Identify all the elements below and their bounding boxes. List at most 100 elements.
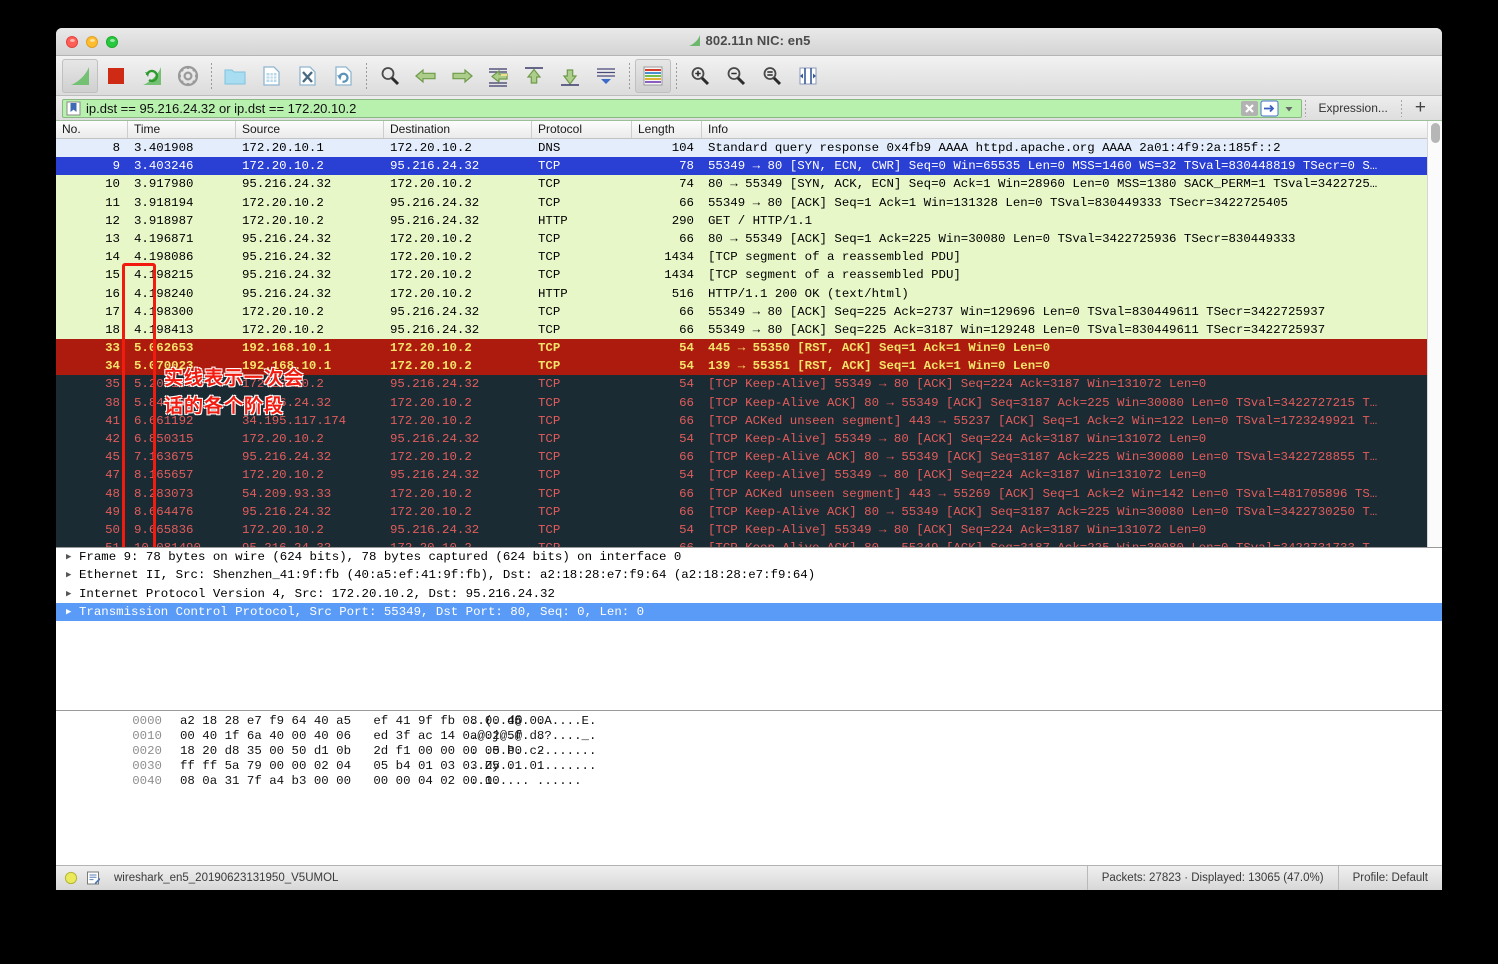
column-header-source[interactable]: Source	[236, 121, 384, 138]
go-to-packet-button[interactable]	[480, 59, 516, 93]
packet-details-pane[interactable]: ▶ Frame 9: 78 bytes on wire (624 bits), 7…	[56, 548, 1442, 711]
packet-row[interactable]: 18 4.198413 172.20.10.2 95.216.24.32 TCP 66 55…	[56, 320, 1442, 340]
packet-row[interactable]: 49 8.664476 95.216.24.32 172.20.10.2 TCP 66 [T…	[56, 502, 1442, 521]
packet-cell-time: 3.918987	[134, 213, 194, 228]
detail-row[interactable]: ▶ Transmission Control Protocol, Src Port…	[56, 602, 1442, 622]
packet-list-scrollbar[interactable]	[1427, 121, 1442, 547]
column-header-length[interactable]: Length	[632, 121, 702, 138]
go-to-first-packet-button[interactable]	[516, 59, 552, 93]
packet-row[interactable]: 50 9.665836 172.20.10.2 95.216.24.32 TCP 54 [T…	[56, 520, 1442, 540]
packet-cell-info: [TCP ACKed unseen segment] 443 → 55237 […	[708, 413, 1378, 428]
detail-row[interactable]: ▶ Internet Protocol Version 4, Src: 172.2…	[56, 585, 1442, 603]
hex-dump-row[interactable]: 0010 00 40 1f 6a 40 00 40 06 ed 3f ac 14 …	[56, 729, 1442, 744]
column-header-info[interactable]: Info	[702, 121, 1442, 138]
packet-row[interactable]: 33 5.062653 192.168.10.1 172.20.10.2 TCP 54 44…	[56, 339, 1442, 358]
packet-row[interactable]: 13 4.196871 95.216.24.32 172.20.10.2 TCP 66 80…	[56, 229, 1442, 249]
packet-cell-proto: TCP	[538, 250, 561, 265]
chevron-right-icon[interactable]: ▶	[66, 585, 79, 603]
reload-file-button[interactable]	[325, 59, 361, 93]
hex-dump-row[interactable]: 0000 a2 18 28 e7 f9 64 40 a5 ef 41 9f fb …	[56, 714, 1442, 729]
packet-row[interactable]: 47 8.165657 172.20.10.2 95.216.24.32 TCP 54 [T…	[56, 466, 1442, 485]
packet-bytes-pane[interactable]: 0000 a2 18 28 e7 f9 64 40 a5 ef 41 9f fb …	[56, 711, 1442, 878]
zoom-in-button[interactable]	[682, 59, 718, 93]
packet-row[interactable]: 48 8.283073 54.209.93.33 172.20.10.2 TCP 66 [T…	[56, 484, 1442, 503]
packet-cell-proto: TCP	[538, 359, 561, 374]
hex-dump-row[interactable]: 0020 18 20 d8 35 00 50 d1 0b 2d f1 00 00 …	[56, 744, 1442, 759]
chevron-right-icon[interactable]: ▶	[66, 566, 79, 584]
packet-cell-info: [TCP ACKed unseen segment] 443 → 55269 […	[708, 486, 1378, 501]
chevron-right-icon[interactable]: ▶	[66, 603, 79, 621]
packet-cell-no: 9	[112, 159, 120, 174]
packet-cell-len: 66	[679, 231, 694, 246]
stop-capture-button[interactable]	[98, 59, 134, 93]
column-header-time[interactable]: Time	[128, 121, 236, 138]
packet-cell-len: 54	[679, 468, 694, 483]
main-toolbar	[56, 56, 1442, 96]
packet-row[interactable]: 14 4.198086 95.216.24.32 172.20.10.2 TCP 1434…	[56, 248, 1442, 267]
auto-scroll-button[interactable]	[588, 59, 624, 93]
packet-list-scroll-thumb[interactable]	[1431, 123, 1440, 143]
packet-cell-proto: TCP	[538, 231, 561, 246]
packet-cell-proto: HTTP	[538, 286, 568, 301]
restart-capture-button[interactable]	[134, 59, 170, 93]
find-packet-button[interactable]	[372, 59, 408, 93]
go-back-button[interactable]	[408, 59, 444, 93]
add-filter-button[interactable]: +	[1405, 98, 1436, 117]
packet-row[interactable]: 45 7.163675 95.216.24.32 172.20.10.2 TCP 66 [T…	[56, 448, 1442, 467]
column-header-destination[interactable]: Destination	[384, 121, 532, 138]
annotation-line-1: 实线表示一次会	[164, 367, 305, 389]
start-capture-button[interactable]	[62, 58, 98, 93]
display-filter-text[interactable]: ip.dst == 95.216.24.32 or ip.dst == 172.…	[86, 101, 1239, 116]
go-forward-button[interactable]	[444, 59, 480, 93]
packet-row[interactable]: 15 4.198215 95.216.24.32 172.20.10.2 TCP 1434…	[56, 266, 1442, 285]
packet-row[interactable]: 5110.08149095.216.24.32172.20.10.2TCP66[…	[56, 539, 1442, 547]
status-profile[interactable]: Profile: Default	[1337, 865, 1442, 890]
filter-expression-button[interactable]: Expression...	[1309, 101, 1398, 115]
save-file-button[interactable]	[253, 59, 289, 93]
packet-cell-len: 54	[679, 432, 694, 446]
packet-cell-info: Standard query response 0x4fb9 AAAA http…	[708, 141, 1281, 155]
packet-row[interactable]: 42 6.850315 172.20.10.2 95.216.24.32 TCP 54 [T…	[56, 430, 1442, 449]
go-to-last-packet-button[interactable]	[552, 59, 588, 93]
capture-file-properties-icon[interactable]	[86, 871, 100, 885]
packet-list-pane[interactable]: No. Time Source Destination Protocol Len…	[56, 121, 1442, 548]
packet-row[interactable]: 9 3.403246 172.20.10.2 95.216.24.32 TCP 78 553…	[56, 157, 1442, 176]
filter-bookmark-icon[interactable]	[66, 101, 81, 116]
colorize-button[interactable]	[635, 58, 671, 93]
packet-cell-time: 4.198413	[134, 322, 194, 337]
packet-row[interactable]: 16 4.198240 95.216.24.32 172.20.10.2 HTTP 516…	[56, 284, 1442, 303]
packet-row[interactable]: 8 3.401908 172.20.10.1 172.20.10.2 DNS 104 Sta…	[56, 139, 1442, 158]
detail-row[interactable]: ▶ Frame 9: 78 bytes on wire (624 bits), 7…	[56, 548, 1442, 566]
close-file-button[interactable]	[289, 59, 325, 93]
packet-row[interactable]: 10 3.917980 95.216.24.32 172.20.10.2 TCP 74 80…	[56, 175, 1442, 194]
packet-cell-src: 172.20.10.2	[242, 304, 324, 319]
expert-info-icon[interactable]	[64, 871, 78, 885]
open-file-button[interactable]	[217, 59, 253, 93]
clear-filter-icon[interactable]	[1240, 100, 1259, 117]
packet-cell-dst: 95.216.24.32	[390, 468, 480, 483]
hex-ascii: ..(..d@. .A....E.	[470, 714, 597, 728]
packet-cell-info: [TCP Keep-Alive ACK] 80 → 55349 [ACK] Se…	[708, 450, 1378, 465]
hex-dump-row[interactable]: 0030 ff ff 5a 79 00 00 02 04 05 b4 01 03 …	[56, 759, 1442, 774]
packet-cell-no: 13	[105, 231, 120, 246]
capture-options-button[interactable]	[170, 59, 206, 93]
apply-filter-icon[interactable]	[1260, 100, 1279, 117]
hex-dump-row[interactable]: 0040 08 0a 31 7f a4 b3 00 00 00 00 04 02 …	[56, 774, 1442, 789]
zoom-reset-button[interactable]	[754, 59, 790, 93]
display-filter-input[interactable]: ip.dst == 95.216.24.32 or ip.dst == 172.…	[62, 98, 1302, 118]
packet-cell-dst: 172.20.10.2	[390, 450, 472, 465]
filter-history-dropdown-icon[interactable]	[1280, 100, 1299, 117]
packet-row[interactable]: 17 4.198300 172.20.10.2 95.216.24.32 TCP 66 55…	[56, 302, 1442, 321]
packet-cell-len: 54	[679, 359, 694, 374]
packet-cell-dst: 95.216.24.32	[390, 213, 480, 228]
packet-row[interactable]: 12 3.918987 172.20.10.2 95.216.24.32 HTTP 290…	[56, 211, 1442, 230]
chevron-right-icon[interactable]: ▶	[66, 548, 79, 566]
detail-row[interactable]: ▶ Ethernet II, Src: Shenzhen_41:9f:fb (40…	[56, 566, 1442, 584]
packet-cell-len: 1434	[664, 268, 694, 283]
column-header-no[interactable]: No.	[56, 121, 128, 138]
resize-columns-button[interactable]	[790, 59, 826, 93]
column-header-protocol[interactable]: Protocol	[532, 121, 632, 138]
hex-offset: 0030	[132, 759, 162, 773]
packet-row[interactable]: 11 3.918194 172.20.10.2 95.216.24.32 TCP 66 55…	[56, 193, 1442, 212]
zoom-out-button[interactable]	[718, 59, 754, 93]
